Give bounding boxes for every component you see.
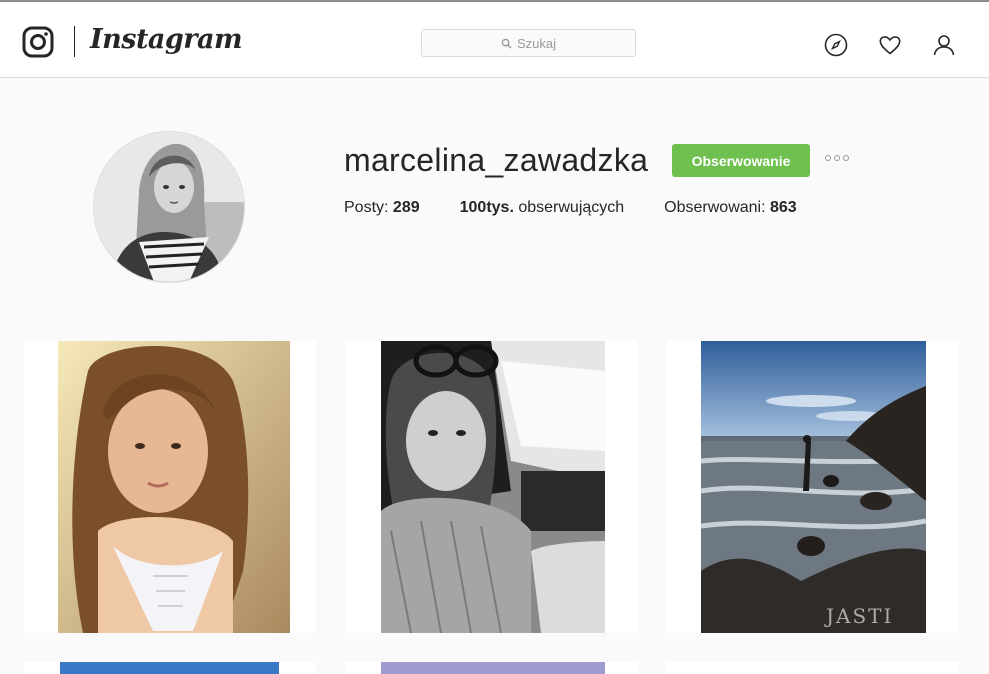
post-thumbnail-6[interactable] (667, 662, 959, 674)
post-thumbnail-2[interactable] (345, 341, 637, 633)
search-icon (501, 38, 512, 49)
dot (843, 155, 849, 161)
instagram-glyph-icon[interactable] (22, 26, 54, 58)
following-count[interactable]: Obserwowani: 863 (664, 199, 797, 217)
post-thumbnail-1[interactable] (24, 341, 316, 633)
instagram-logo-text[interactable]: Instagram (90, 24, 243, 55)
search-placeholder: Szukaj (516, 35, 557, 51)
post-thumbnail-3[interactable] (667, 341, 959, 633)
top-nav-bar: Instagram Szukaj (0, 0, 989, 78)
more-options-icon[interactable] (825, 155, 851, 165)
posts-count: Posty: 289 (344, 199, 420, 216)
user-icon[interactable] (932, 33, 956, 57)
compass-icon[interactable] (824, 33, 848, 57)
dot (825, 155, 831, 161)
dot (834, 155, 840, 161)
profile-stats: Posty: 289 100tys. obserwujących Obserwo… (344, 199, 837, 217)
logo-divider (74, 26, 75, 57)
post-thumbnail-5[interactable] (345, 662, 637, 674)
search-input[interactable]: Szukaj (421, 29, 636, 57)
heart-icon[interactable] (878, 33, 902, 57)
watermark-text: JASTI (826, 604, 894, 628)
following-button[interactable]: Obserwowanie (672, 144, 810, 177)
profile-avatar[interactable] (93, 131, 245, 283)
followers-count[interactable]: 100tys. obserwujących (460, 199, 625, 217)
post-thumbnail-4[interactable] (24, 662, 316, 674)
profile-username: marcelina_zawadzka (344, 142, 649, 178)
